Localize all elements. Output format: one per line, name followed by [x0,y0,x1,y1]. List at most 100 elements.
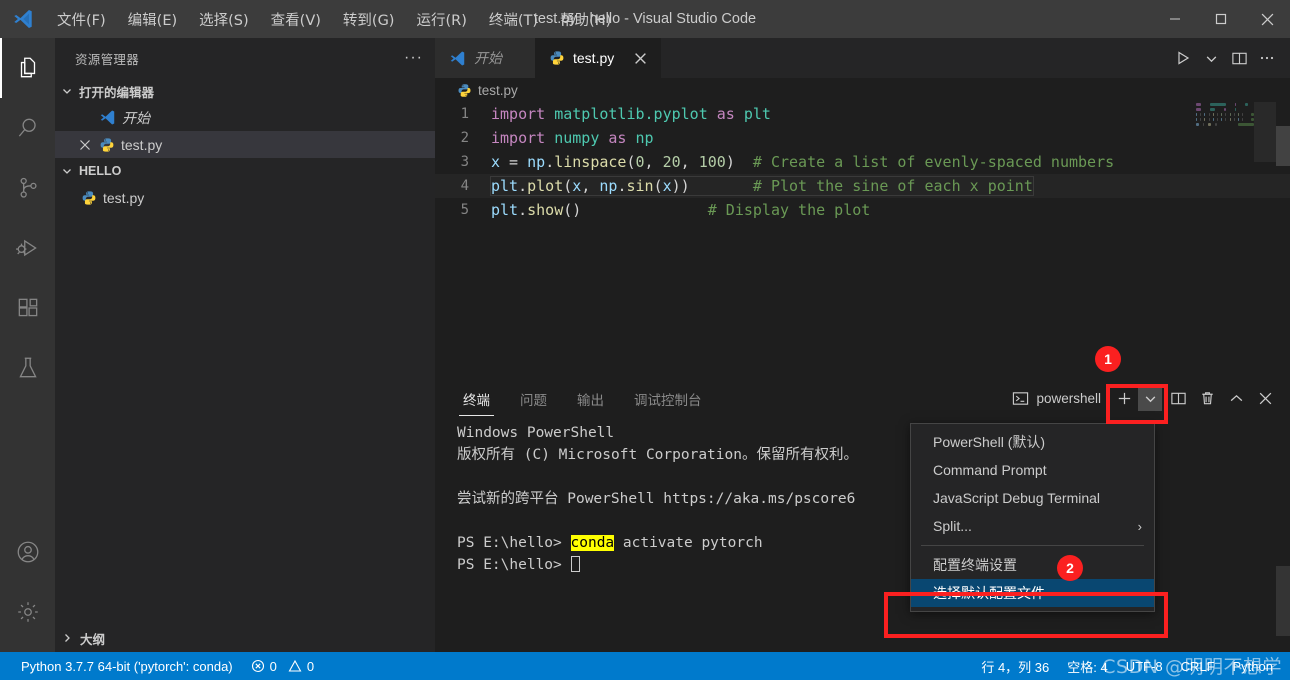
maximize-button[interactable] [1198,0,1244,38]
breadcrumb[interactable]: test.py [435,78,1290,102]
editor-more-actions-button[interactable] [1254,38,1280,78]
kill-terminal-button[interactable] [1194,385,1220,411]
code-line[interactable]: 3 x = np.linspace(0, 20, 100) # Create a … [435,150,1290,174]
new-terminal-group[interactable] [1110,385,1162,411]
menu-item-configure-terminal-settings[interactable]: 配置终端设置 [911,551,1154,579]
ellipsis-icon[interactable]: ··· [404,49,423,67]
tab-testpy[interactable]: test.py [535,38,662,78]
minimap-token [1205,103,1206,106]
menu-item-label: PowerShell (默认) [933,434,1046,450]
activity-item-search[interactable] [0,98,55,158]
menu-run[interactable]: 运行(R) [405,0,477,38]
status-language-mode[interactable]: Python [1224,652,1282,680]
tab-welcome[interactable]: 开始 [435,38,535,78]
activity-item-explorer[interactable] [0,38,55,98]
panel-tab-problems[interactable]: 问题 [516,380,551,416]
section-folder-hello[interactable]: HELLO [55,158,435,184]
code-token: plt [491,201,519,219]
section-open-editors[interactable]: 打开的编辑器 [55,78,435,104]
code-token: matplotlib.pyplot [554,105,708,123]
status-eol[interactable]: CRLF [1172,652,1224,680]
section-outline[interactable]: 大纲 [55,624,435,652]
terminal-output[interactable]: Windows PowerShell 版权所有 (C) Microsoft Cor… [435,416,1290,576]
menu-bar[interactable]: 文件(F) 编辑(E) 选择(S) 查看(V) 转到(G) 运行(R) 终端(T… [46,0,622,38]
menu-item-command-prompt[interactable]: Command Prompt [911,456,1154,484]
file-item-testpy[interactable]: test.py [55,184,435,211]
activity-item-extensions[interactable] [0,278,55,338]
open-editor-welcome[interactable]: 开始 [55,104,435,131]
minimap-token [1234,108,1237,111]
minimize-button[interactable] [1152,0,1198,38]
window-controls[interactable] [1152,0,1290,38]
close-button[interactable] [1244,0,1290,38]
new-terminal-button[interactable] [1110,385,1138,411]
beaker-icon [15,355,41,381]
editor-actions [1170,38,1290,78]
activity-item-accounts[interactable] [0,522,55,582]
activity-item-source-control[interactable] [0,158,55,218]
terminal-icon [1012,390,1029,407]
tab-close-icon[interactable] [634,52,647,65]
menu-selection[interactable]: 选择(S) [188,0,260,38]
code-line[interactable]: 5 plt.show() # Display the plot [435,198,1290,222]
ellipsis-icon [1259,50,1275,66]
terminal-scroll-thumb[interactable] [1276,566,1290,636]
line-number: 3 [460,154,469,170]
run-python-file-button[interactable] [1170,38,1196,78]
code-token: ( [563,177,573,195]
menu-edit[interactable]: 编辑(E) [117,0,188,38]
code-editor[interactable]: 1 import matplotlib.pyplot as plt 2 import … [435,102,1290,380]
chevron-right-icon: › [1137,518,1142,534]
line-content: import numpy as np [491,129,654,147]
code-line[interactable]: 2 import numpy as np [435,126,1290,150]
menu-terminal[interactable]: 终端(T) [478,0,549,38]
activity-item-run-debug[interactable] [0,218,55,278]
status-encoding[interactable]: UTF-8 [1117,652,1172,680]
code-token: import [491,105,546,123]
editor-scrollbar[interactable] [1276,126,1290,166]
maximize-panel-button[interactable] [1223,385,1249,411]
code-line[interactable]: 4 plt.plot(x, np.sin(x)) # Plot the sine … [435,174,1290,198]
activity-item-settings[interactable] [0,582,55,642]
split-terminal-button[interactable] [1165,385,1191,411]
menu-item-label: 配置终端设置 [933,557,1017,573]
code-lines[interactable]: 1 import matplotlib.pyplot as plt 2 import … [435,102,1290,222]
split-editor-button[interactable] [1226,38,1252,78]
activity-item-testing[interactable] [0,338,55,398]
terminal-selector[interactable]: powershell [1012,390,1101,407]
breadcrumb-item-testpy[interactable]: test.py [478,83,518,98]
terminal-profile-menu[interactable]: PowerShell (默认) Command Prompt JavaScrip… [910,423,1155,612]
menu-item-select-default-profile[interactable]: 选择默认配置文件 [911,579,1154,607]
status-problems[interactable]: 0 0 [242,652,323,680]
search-icon [15,115,41,141]
open-editor-testpy[interactable]: test.py [55,131,435,158]
menu-item-javascript-debug-terminal[interactable]: JavaScript Debug Terminal [911,484,1154,512]
terminal-line: 尝试新的跨平台 PowerShell https://aka.ms/pscore… [457,488,1290,510]
panel-tab-output[interactable]: 输出 [573,380,608,416]
sidebar-title-row: 资源管理器 ··· [55,38,435,78]
menu-view[interactable]: 查看(V) [260,0,332,38]
close-panel-button[interactable] [1252,385,1278,411]
menu-item-powershell-default[interactable]: PowerShell (默认) [911,428,1154,456]
minimap-token [1210,103,1226,106]
menu-file[interactable]: 文件(F) [46,0,117,38]
panel-tab-debug-console[interactable]: 调试控制台 [630,380,706,416]
panel-tab-terminal[interactable]: 终端 [459,380,494,416]
run-dropdown-button[interactable] [1198,38,1224,78]
status-python-interpreter[interactable]: Python 3.7.7 64-bit ('pytorch': conda) [12,652,242,680]
vscode-window: 文件(F) 编辑(E) 选择(S) 查看(V) 转到(G) 运行(R) 终端(T… [0,0,1290,680]
menu-item-split[interactable]: Split... › [911,512,1154,540]
code-line[interactable]: 1 import matplotlib.pyplot as plt [435,102,1290,126]
minimap[interactable] [1192,102,1254,380]
code-token: numpy [554,129,600,147]
menu-help[interactable]: 帮助(H) [549,0,622,38]
status-cursor-position[interactable]: 行 4，列 36 [972,652,1058,680]
terminal-profile-dropdown-button[interactable] [1138,385,1162,411]
terminal-scrollbar[interactable] [1276,416,1290,652]
close-icon[interactable] [77,139,93,151]
minimap-slider[interactable] [1254,102,1276,162]
menu-go[interactable]: 转到(G) [332,0,406,38]
status-indentation[interactable]: 空格: 4 [1058,652,1116,680]
